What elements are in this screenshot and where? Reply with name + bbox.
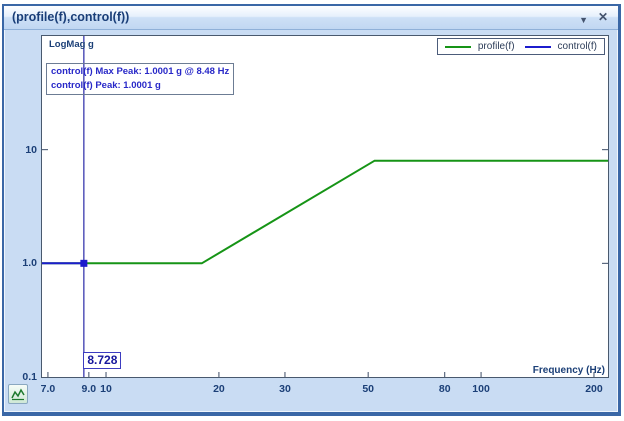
x-tick-label: 30	[279, 383, 291, 395]
chart-type-button[interactable]	[8, 384, 28, 404]
x-tick-label: 200	[585, 383, 603, 395]
x-tick-label: 80	[439, 383, 451, 395]
window-title: (profile(f),control(f))	[12, 10, 129, 24]
y-tick-label: 0.1	[4, 370, 37, 384]
legend-item-controlf: control(f)	[525, 41, 597, 52]
y-tick-label: 10	[4, 143, 37, 157]
x-tick-label: 100	[472, 383, 490, 395]
profile-trace	[42, 161, 608, 264]
x-tick-label: 50	[362, 383, 374, 395]
screenshot-root: (profile(f),control(f)) ▼ ✕ LogMag g Fre…	[0, 0, 624, 421]
legend-item-profilef: profile(f)	[445, 41, 515, 52]
y-axis-title: LogMag g	[49, 39, 94, 50]
x-tick-label: 7.0	[41, 383, 56, 395]
peak-annotation-box: control(f) Max Peak: 1.0001 g @ 8.48 Hz …	[46, 63, 234, 95]
legend-label: control(f)	[558, 41, 597, 52]
annotation-line-2: control(f) Peak: 1.0001 g	[51, 79, 229, 93]
x-tick-label: 9.0	[82, 383, 97, 395]
legend-label: profile(f)	[478, 41, 515, 52]
annotation-line-1: control(f) Max Peak: 1.0001 g @ 8.48 Hz	[51, 65, 229, 79]
window-titlebar[interactable]: (profile(f),control(f)) ▼ ✕	[4, 6, 618, 30]
x-tick-label: 10	[100, 383, 112, 395]
legend-swatch	[525, 46, 551, 48]
plot-area[interactable]: LogMag g Frequency (Hz) profile(f) contro…	[41, 35, 609, 378]
plot-legend: profile(f) control(f)	[437, 38, 605, 55]
waveform-icon	[9, 385, 27, 403]
cursor-marker[interactable]	[80, 260, 87, 267]
close-icon[interactable]: ✕	[598, 10, 608, 24]
cursor-frequency-readout: 8.728	[83, 352, 121, 369]
x-tick-label: 20	[213, 383, 225, 395]
chart-window: (profile(f),control(f)) ▼ ✕ LogMag g Fre…	[2, 4, 621, 416]
legend-swatch	[445, 46, 471, 48]
x-axis-title: Frequency (Hz)	[533, 365, 605, 376]
y-tick-label: 1.0	[4, 256, 37, 270]
chevron-down-icon[interactable]: ▼	[579, 13, 588, 27]
